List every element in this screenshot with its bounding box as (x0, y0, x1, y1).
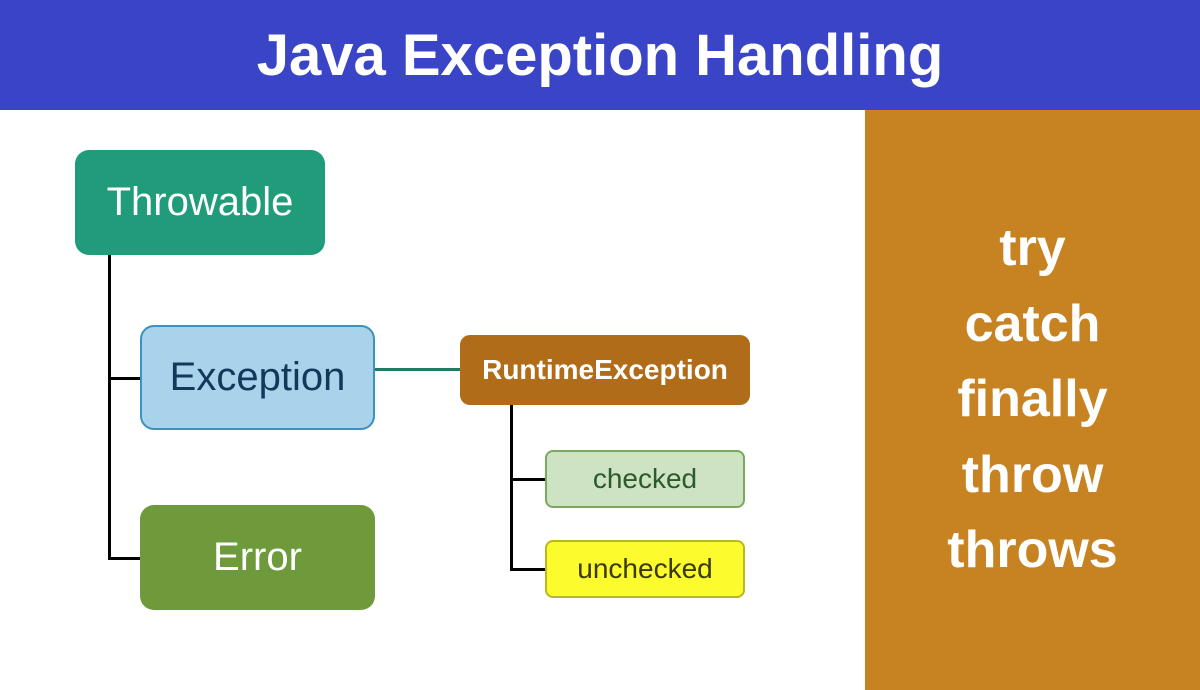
hierarchy-diagram: Throwable Exception Error RuntimeExcepti… (0, 110, 865, 690)
node-throwable: Throwable (75, 150, 325, 255)
connector-line (510, 568, 545, 571)
node-error: Error (140, 505, 375, 610)
connector-line (108, 255, 111, 560)
keyword-finally: finally (957, 366, 1107, 434)
connector-line (108, 377, 140, 380)
node-exception: Exception (140, 325, 375, 430)
node-label: unchecked (577, 553, 712, 585)
keyword-throws: throws (947, 517, 1117, 585)
node-label: RuntimeException (482, 354, 728, 386)
keywords-sidebar: try catch finally throw throws (865, 110, 1200, 690)
connector-line (510, 405, 513, 570)
keyword-throw: throw (962, 442, 1104, 510)
connector-line (375, 368, 460, 371)
node-label: checked (593, 463, 697, 495)
title-banner: Java Exception Handling (0, 0, 1200, 110)
node-unchecked: unchecked (545, 540, 745, 598)
node-checked: checked (545, 450, 745, 508)
node-label: Error (213, 535, 302, 580)
node-label: Exception (170, 355, 346, 400)
keyword-try: try (999, 215, 1065, 283)
keyword-catch: catch (965, 291, 1101, 359)
connector-line (510, 478, 545, 481)
node-label: Throwable (107, 180, 294, 225)
page-title: Java Exception Handling (257, 22, 944, 89)
node-runtime-exception: RuntimeException (460, 335, 750, 405)
connector-line (108, 557, 140, 560)
